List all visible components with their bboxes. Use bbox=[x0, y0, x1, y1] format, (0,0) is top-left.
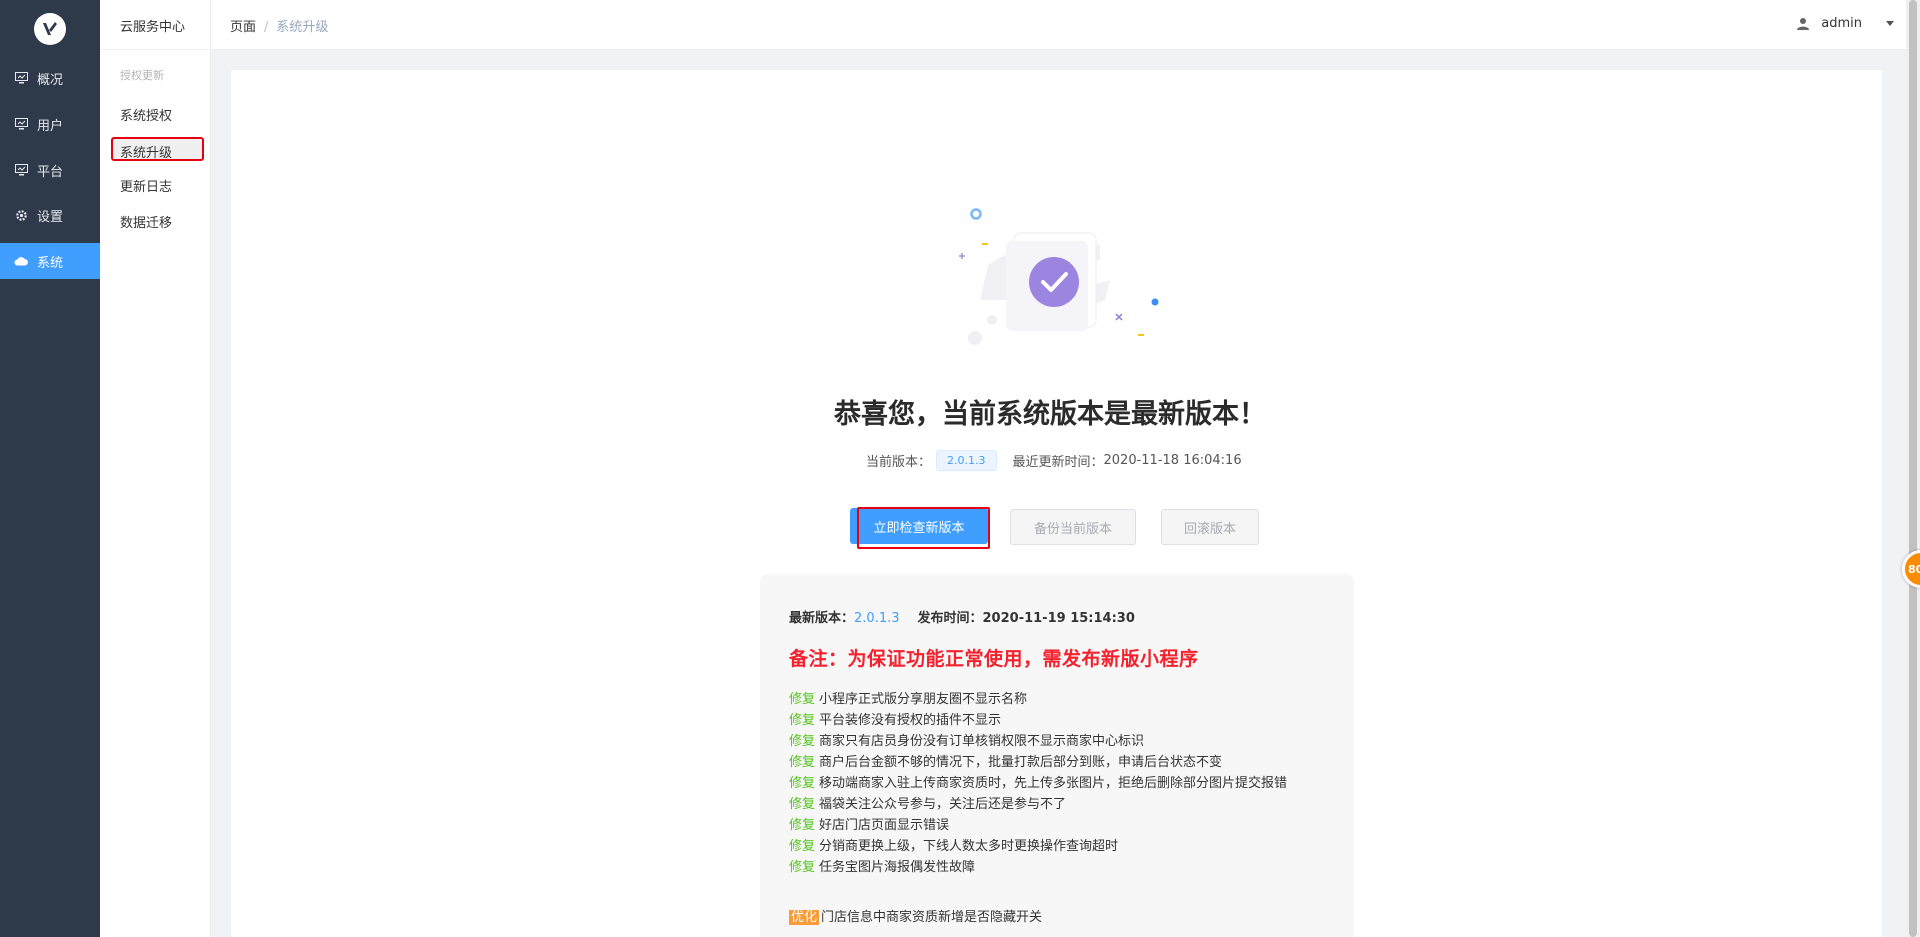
list-item: 优化 门店信息中商家资质新增是否隐藏开关 bbox=[789, 907, 1325, 928]
logo-icon bbox=[43, 22, 57, 35]
fix-tag: 修复 bbox=[789, 839, 816, 854]
fix-tag: 修复 bbox=[789, 818, 816, 833]
release-meta: 最新版本：2.0.1.3 发布时间：2020-11-19 15:14:30 bbox=[789, 607, 1325, 626]
decor-dot bbox=[968, 331, 982, 345]
sub-sidebar-group-label: 授权更新 bbox=[120, 69, 164, 82]
scrollbar-thumb[interactable] bbox=[1909, 0, 1917, 937]
list-gap bbox=[789, 878, 1325, 907]
list-item-text: 商户后台金额不够的情况下，批量打款后部分到账，申请后台状态不变 bbox=[819, 755, 1223, 770]
breadcrumb: 页面 / 系统升级 bbox=[230, 16, 328, 35]
sidebar-item-platform[interactable]: 平台 bbox=[0, 152, 100, 188]
list-item-text: 门店信息中商家资质新增是否隐藏开关 bbox=[821, 910, 1043, 925]
sidebar-item-settings[interactable]: 设置 bbox=[0, 197, 100, 233]
breadcrumb-root[interactable]: 页面 bbox=[230, 20, 256, 35]
list-item: 修复 平台装修没有授权的插件不显示 bbox=[789, 710, 1325, 731]
sidebar-item-overview[interactable]: 概况 bbox=[0, 60, 100, 96]
release-notes: 最新版本：2.0.1.3 发布时间：2020-11-19 15:14:30 备注：… bbox=[760, 574, 1354, 937]
version-info: 当前版本： 2.0.1.3 最近更新时间： 2020-11-18 16:04:1… bbox=[866, 450, 1242, 471]
breadcrumb-separator: / bbox=[264, 20, 269, 35]
fix-tag: 修复 bbox=[789, 734, 816, 749]
release-time-label: 发布时间： bbox=[917, 611, 983, 626]
list-item: 修复 任务宝图片海报偶发性故障 bbox=[789, 857, 1325, 878]
sidebar-item-label: 平台 bbox=[37, 164, 64, 180]
monitor-icon bbox=[14, 71, 28, 85]
decor-plus bbox=[959, 253, 965, 259]
changelog-list: 修复 小程序正式版分享朋友圈不显示名称 修复 平台装修没有授权的插件不显示 修复 商家… bbox=[789, 689, 1325, 928]
decor-dot bbox=[1151, 298, 1159, 306]
sub-item-system-license[interactable]: 系统授权 bbox=[120, 105, 172, 124]
list-item: 修复 小程序正式版分享朋友圈不显示名称 bbox=[789, 689, 1325, 710]
backup-button[interactable]: 备份当前版本 bbox=[1010, 509, 1136, 545]
list-item: 修复 移动端商家入驻上传商家资质时，先上传多张图片，拒绝后删除部分图片提交报错 bbox=[789, 773, 1325, 794]
decor-dash bbox=[1138, 334, 1144, 336]
last-update-label: 最近更新时间： bbox=[1012, 455, 1104, 470]
decor-cross bbox=[1115, 313, 1123, 321]
sub-item-data-migration[interactable]: 数据迁移 bbox=[120, 212, 172, 231]
gear-icon bbox=[14, 208, 28, 222]
fix-tag: 修复 bbox=[789, 755, 816, 770]
sidebar-item-system[interactable]: 系统 bbox=[0, 243, 100, 279]
list-item-text: 好店门店页面显示错误 bbox=[819, 818, 950, 833]
fix-tag: 修复 bbox=[789, 776, 816, 791]
sidebar-item-label: 系统 bbox=[37, 255, 64, 271]
latest-version-label: 最新版本： bbox=[789, 611, 855, 626]
fix-tag: 修复 bbox=[789, 713, 816, 728]
list-item-text: 分销商更换上级，下线人数太多时更换操作查询超时 bbox=[819, 839, 1119, 854]
list-item-text: 福袋关注公众号参与，关注后还是参与不了 bbox=[819, 797, 1067, 812]
sub-sidebar-title: 云服务中心 bbox=[120, 20, 186, 35]
sub-item-system-upgrade[interactable]: 系统升级 bbox=[111, 137, 204, 161]
top-header: 页面 / 系统升级 admin bbox=[211, 0, 1920, 50]
latest-version: 2.0.1.3 bbox=[854, 611, 900, 626]
list-item-text: 商家只有店员身份没有订单核销权限不显示商家中心标识 bbox=[819, 734, 1145, 749]
last-update-value: 2020-11-18 16:04:16 bbox=[1103, 453, 1242, 468]
success-title: 恭喜您，当前系统版本是最新版本！ bbox=[834, 399, 1266, 430]
current-version-tag: 2.0.1.3 bbox=[936, 450, 997, 471]
sub-item-label: 系统升级 bbox=[120, 146, 173, 161]
decor-dot bbox=[987, 315, 997, 325]
sidebar-item-label: 设置 bbox=[37, 209, 64, 225]
sidebar-item-users[interactable]: 用户 bbox=[0, 106, 100, 142]
floating-badge[interactable]: 80 bbox=[1902, 550, 1920, 588]
success-title-wrap: 恭喜您，当前系统版本是最新版本！ bbox=[0, 392, 1920, 431]
rollback-button[interactable]: 回滚版本 bbox=[1161, 509, 1259, 545]
check-update-button[interactable]: 立即检查新版本 bbox=[850, 508, 988, 544]
fix-tag: 修复 bbox=[789, 797, 816, 812]
main-sidebar: 概况 用户 平台 设置 系统 bbox=[0, 0, 100, 937]
decor-circle bbox=[970, 208, 982, 220]
list-item-text: 任务宝图片海报偶发性故障 bbox=[819, 860, 976, 875]
release-remark: 备注：为保证功能正常使用，需发布新版小程序 bbox=[789, 648, 1199, 670]
list-item: 修复 好店门店页面显示错误 bbox=[789, 815, 1325, 836]
current-version-label: 当前版本： bbox=[866, 455, 932, 470]
success-illustration bbox=[959, 208, 1159, 345]
list-item-text: 小程序正式版分享朋友圈不显示名称 bbox=[819, 692, 1028, 707]
list-item: 修复 分销商更换上级，下线人数太多时更换操作查询超时 bbox=[789, 836, 1325, 857]
logo[interactable] bbox=[34, 13, 66, 45]
fix-tag: 修复 bbox=[789, 860, 816, 875]
decor-dash bbox=[982, 243, 988, 245]
list-item: 修复 商户后台金额不够的情况下，批量打款后部分到账，申请后台状态不变 bbox=[789, 752, 1325, 773]
list-item-text: 移动端商家入驻上传商家资质时，先上传多张图片，拒绝后删除部分图片提交报错 bbox=[819, 776, 1288, 791]
check-circle-icon bbox=[1029, 257, 1079, 307]
monitor-icon bbox=[14, 163, 28, 177]
divider bbox=[100, 49, 211, 50]
list-item: 修复 商家只有店员身份没有订单核销权限不显示商家中心标识 bbox=[789, 731, 1325, 752]
user-menu[interactable]: admin bbox=[1796, 16, 1894, 31]
sidebar-item-label: 概况 bbox=[37, 72, 64, 88]
sidebar-item-label: 用户 bbox=[37, 118, 64, 134]
sub-item-update-log[interactable]: 更新日志 bbox=[120, 176, 172, 195]
page-scrollbar[interactable] bbox=[1906, 0, 1920, 937]
fix-tag: 修复 bbox=[789, 692, 816, 707]
cloud-icon bbox=[14, 254, 28, 268]
list-item-text: 平台装修没有授权的插件不显示 bbox=[819, 713, 1002, 728]
monitor-icon bbox=[14, 117, 28, 131]
optimize-tag: 优化 bbox=[789, 910, 820, 925]
caret-down-icon bbox=[1886, 21, 1894, 26]
user-icon bbox=[1797, 17, 1810, 30]
username: admin bbox=[1821, 16, 1862, 31]
release-time: 2020-11-19 15:14:30 bbox=[982, 611, 1135, 626]
breadcrumb-current: 系统升级 bbox=[276, 20, 329, 35]
list-item: 修复 福袋关注公众号参与，关注后还是参与不了 bbox=[789, 794, 1325, 815]
